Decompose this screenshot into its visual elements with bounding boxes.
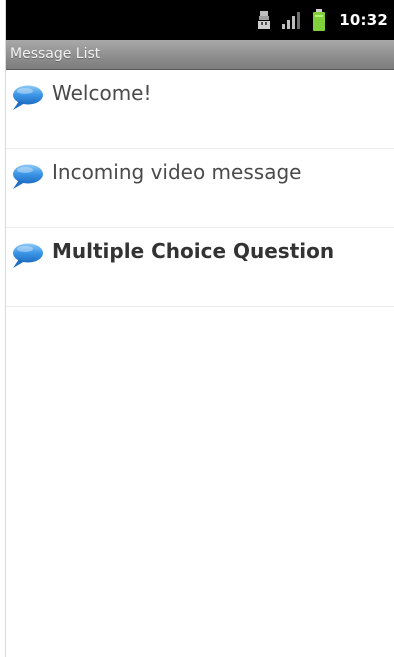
message-title: Multiple Choice Question	[52, 239, 335, 263]
list-item[interactable]: Welcome!	[6, 70, 394, 149]
phone-screen: 10:32 Message List Welcome! Incoming vid…	[6, 0, 394, 657]
signal-icon	[281, 8, 303, 32]
status-clock: 10:32	[339, 11, 388, 29]
speech-bubble-icon	[10, 84, 44, 112]
speech-bubble-icon	[10, 163, 44, 191]
usb-icon	[257, 8, 271, 32]
status-bar: 10:32	[6, 0, 394, 40]
battery-icon	[313, 8, 326, 32]
message-title: Welcome!	[52, 81, 152, 105]
status-icons: 10:32	[257, 0, 388, 40]
page-title: Message List	[10, 46, 101, 62]
message-list: Welcome! Incoming video message Multiple…	[6, 70, 394, 307]
list-item[interactable]: Multiple Choice Question	[6, 228, 394, 307]
title-bar: Message List	[6, 40, 394, 70]
list-item[interactable]: Incoming video message	[6, 149, 394, 228]
speech-bubble-icon	[10, 242, 44, 270]
message-title: Incoming video message	[52, 160, 302, 184]
